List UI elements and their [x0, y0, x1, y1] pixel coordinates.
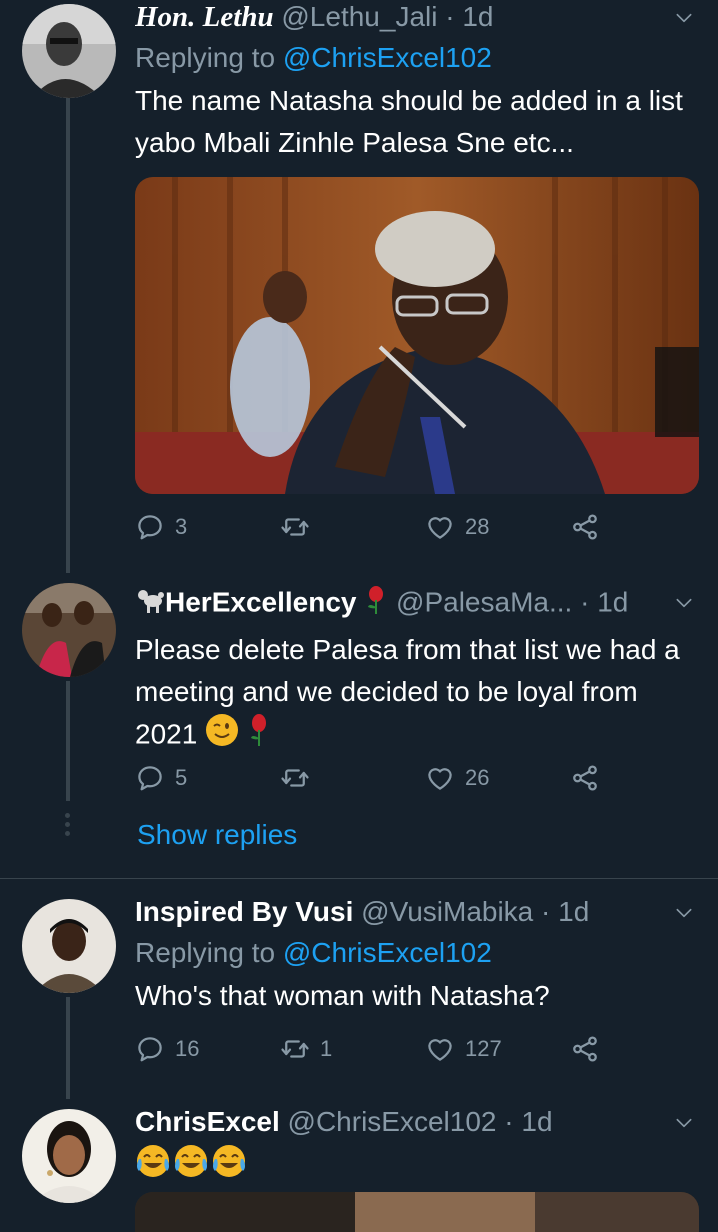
chevron-down-icon[interactable]	[674, 8, 694, 28]
timestamp[interactable]: 1d	[597, 586, 628, 617]
mention-link[interactable]: @ChrisExcel102	[283, 937, 492, 968]
separator-dot: ·	[580, 586, 590, 618]
mention-link[interactable]: @ChrisExcel102	[283, 42, 492, 73]
tweet-header: Inspired By Vusi @VusiMabika · 1d	[135, 895, 698, 929]
like-count: 26	[465, 765, 490, 790]
retweet-icon	[280, 1034, 310, 1064]
handle[interactable]: @Lethu_Jali	[281, 1, 437, 32]
heart-icon	[425, 1034, 455, 1064]
tweet-text: Who's that woman with Natasha?	[135, 980, 550, 1011]
display-name[interactable]: Inspired By Vusi	[135, 896, 353, 927]
tweet-actions: 3 28	[135, 512, 605, 552]
tweet-1[interactable]: Hon. Lethu @Lethu_Jali · 1d Replying to …	[0, 0, 718, 575]
like-count: 127	[465, 1036, 502, 1061]
replying-to: Replying to @ChrisExcel102	[135, 935, 698, 971]
heart-icon	[425, 763, 455, 793]
tweet-header: Hon. Lethu @Lethu_Jali · 1d	[135, 0, 698, 34]
tweet-actions: 5 26	[135, 763, 605, 803]
avatar[interactable]	[22, 1109, 116, 1203]
chevron-down-icon[interactable]	[674, 1113, 694, 1133]
share-button[interactable]	[570, 763, 600, 793]
reply-count: 3	[175, 514, 188, 539]
display-name[interactable]: Hon. Lethu	[135, 1, 274, 33]
heart-icon	[425, 512, 455, 542]
reply-icon	[135, 512, 165, 542]
replying-to: Replying to @ChrisExcel102	[135, 40, 698, 76]
show-replies-link[interactable]: Show replies	[137, 819, 297, 851]
separator-dot: ·	[504, 1106, 514, 1137]
retweet-count: 1	[320, 1036, 333, 1061]
tweet-header: HerExcellency @PalesaMa... · 1d	[135, 585, 698, 623]
tweet-actions: 16 1 127	[135, 1034, 605, 1074]
tweet-4[interactable]: ChrisExcel @ChrisExcel102 · 1d	[0, 1099, 718, 1232]
face-with-tears-of-joy-icon	[135, 1143, 249, 1184]
tweet-3[interactable]: Inspired By Vusi @VusiMabika · 1d Replyi…	[0, 879, 718, 1099]
avatar[interactable]	[22, 583, 116, 677]
winking-face-emoji-icon	[205, 713, 239, 759]
rose-emoji-icon	[364, 585, 388, 623]
chevron-down-icon[interactable]	[674, 903, 694, 923]
reply-button[interactable]: 5	[135, 763, 187, 793]
handle[interactable]: @ChrisExcel102	[288, 1106, 497, 1137]
retweet-icon	[280, 763, 310, 793]
thread-gap-dots	[65, 813, 71, 836]
reply-count: 16	[175, 1036, 200, 1061]
tweet-text: The name Natasha should be added in a li…	[135, 85, 683, 158]
retweet-button[interactable]: 1	[280, 1034, 332, 1064]
share-button[interactable]	[570, 512, 600, 542]
handle[interactable]: @PalesaMa...	[396, 586, 572, 617]
share-icon	[570, 763, 600, 793]
share-icon	[570, 1034, 600, 1064]
chevron-down-icon[interactable]	[674, 593, 694, 613]
like-button[interactable]: 26	[425, 763, 489, 793]
reply-icon	[135, 763, 165, 793]
tweet-text	[135, 1143, 698, 1183]
share-button[interactable]	[570, 1034, 600, 1064]
like-button[interactable]: 28	[425, 512, 489, 542]
timestamp[interactable]: 1d	[521, 1106, 552, 1137]
retweet-button[interactable]	[280, 763, 320, 793]
like-button[interactable]: 127	[425, 1034, 502, 1064]
tweet-header: ChrisExcel @ChrisExcel102 · 1d	[135, 1105, 698, 1139]
tweet-photo[interactable]	[135, 1192, 699, 1232]
tweet-text: Please delete Palesa from that list we h…	[135, 629, 700, 759]
like-count: 28	[465, 514, 490, 539]
replying-prefix: Replying to	[135, 42, 276, 73]
thread-line	[66, 997, 70, 1099]
avatar[interactable]	[22, 4, 116, 98]
reply-icon	[135, 1034, 165, 1064]
display-name[interactable]: HerExcellency	[165, 586, 356, 617]
tweet-photo[interactable]	[135, 177, 699, 494]
separator-dot: ·	[445, 1, 455, 32]
poodle-emoji-icon	[135, 586, 165, 622]
retweet-icon	[280, 512, 310, 542]
reply-button[interactable]: 3	[135, 512, 187, 542]
handle[interactable]: @VusiMabika	[361, 896, 533, 927]
timestamp[interactable]: 1d	[462, 1, 493, 32]
thread-line	[66, 98, 70, 573]
share-icon	[570, 512, 600, 542]
reply-count: 5	[175, 765, 188, 790]
thread-line	[66, 681, 70, 801]
timestamp[interactable]: 1d	[558, 896, 589, 927]
tweet-2[interactable]: HerExcellency @PalesaMa... · 1d Please d…	[0, 575, 718, 875]
replying-prefix: Replying to	[135, 937, 276, 968]
avatar[interactable]	[22, 899, 116, 993]
display-name[interactable]: ChrisExcel	[135, 1106, 280, 1137]
reply-button[interactable]: 16	[135, 1034, 199, 1064]
rose-emoji-icon	[247, 713, 271, 759]
separator-dot: ·	[541, 896, 551, 927]
retweet-button[interactable]	[280, 512, 320, 542]
